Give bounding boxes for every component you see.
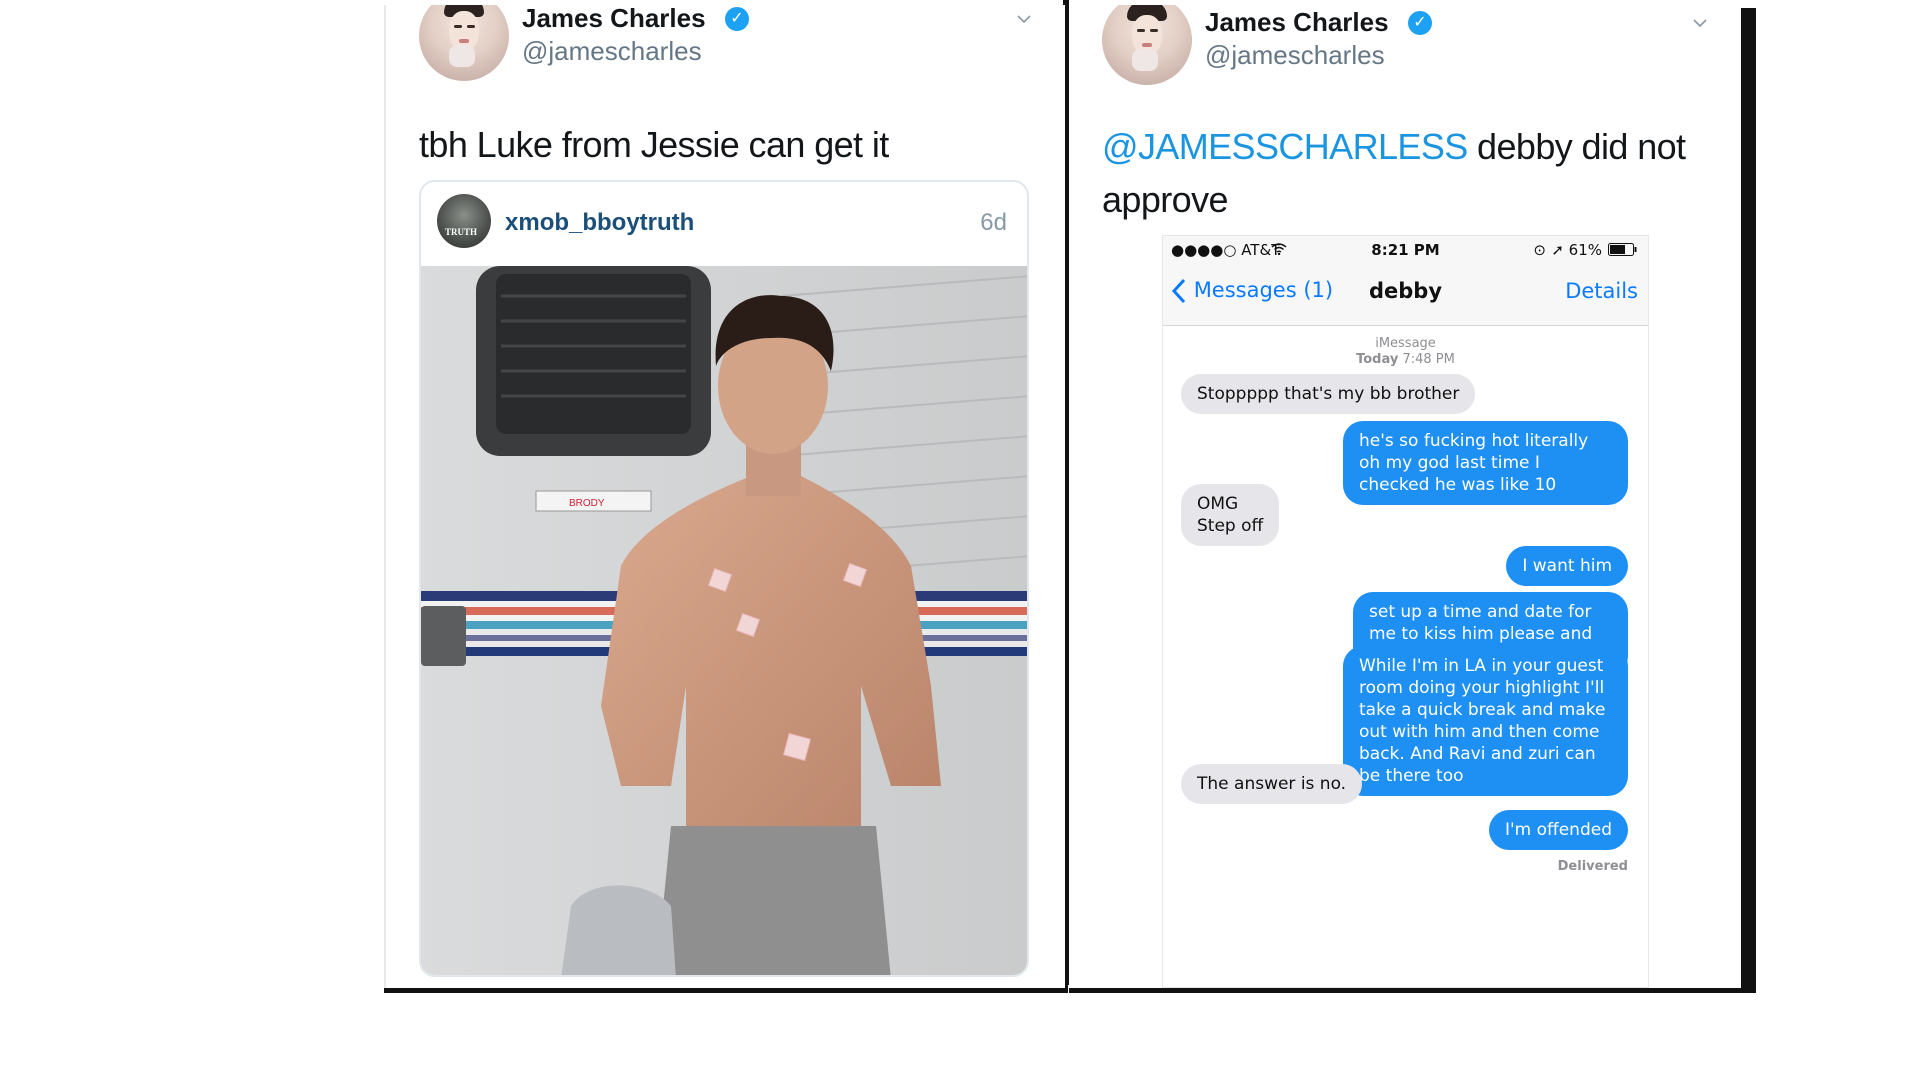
message-bubble-received[interactable]: Stoppppp that's my bb brother	[1181, 374, 1476, 414]
avatar[interactable]	[1102, 5, 1192, 85]
message-bubble-received[interactable]: OMG Step off	[1181, 484, 1280, 546]
verified-badge-icon: ✓	[1408, 11, 1432, 35]
message-bubble-sent[interactable]: I'm offended	[1488, 810, 1628, 850]
left-tweet-panel: James Charles ✓ @jamescharles tbh Luke f…	[384, 5, 1065, 988]
delivered-status: Delivered	[1557, 859, 1628, 874]
tweet-text-line2: approve	[1102, 179, 1229, 220]
quote-username[interactable]: xmob_bboytruth	[505, 209, 694, 237]
message-bubble-sent[interactable]: While I'm in LA in your guest room doing…	[1343, 646, 1628, 796]
mention-link[interactable]: @JAMESSCHARLESS	[1102, 126, 1468, 167]
verified-badge-icon: ✓	[725, 7, 749, 31]
conversation-nav-bar: Messages (1) debby Details	[1163, 264, 1648, 326]
service-label: iMessage	[1375, 336, 1436, 351]
right-tweet-panel: James Charles ✓ @jamescharles @JAMESSCHA…	[1069, 5, 1741, 988]
imessage-screenshot[interactable]: ●●●●○ AT&T 8:21 PM ⊙ ➚ 61% Messages (1) …	[1162, 235, 1649, 988]
quote-timestamp: 6d	[980, 209, 1007, 236]
status-bar: ●●●●○ AT&T 8:21 PM ⊙ ➚ 61%	[1163, 236, 1648, 264]
battery-icon	[1608, 243, 1637, 256]
location-icon: ➚	[1551, 241, 1564, 259]
tweet-header: James Charles ✓ @jamescharles	[419, 5, 1032, 81]
date-prefix: Today	[1356, 352, 1399, 367]
user-handle[interactable]: @jamescharles	[522, 36, 702, 67]
display-name[interactable]: James Charles	[522, 5, 706, 34]
battery-percent: 61%	[1568, 241, 1602, 259]
tweet-text: tbh Luke from Jessie can get it	[419, 124, 889, 165]
user-handle[interactable]: @jamescharles	[1205, 40, 1385, 71]
photo-name-label: BRODY	[569, 498, 605, 509]
conversation-date: Today 7:48 PM	[1163, 352, 1648, 367]
quoted-tweet[interactable]: TRUTH xmob_bboytruth 6d BRODY	[419, 180, 1029, 977]
stage: James Charles ✓ @jamescharles tbh Luke f…	[0, 0, 1920, 1080]
message-bubble-sent[interactable]: I want him	[1506, 546, 1628, 586]
quoted-photo[interactable]: BRODY	[421, 266, 1027, 975]
right-panel-side-edge	[1741, 8, 1756, 993]
tweet-text-line1: debby did not	[1467, 126, 1686, 167]
details-button[interactable]: Details	[1565, 279, 1638, 303]
photo-illustration: BRODY	[421, 266, 1027, 975]
quote-avatar[interactable]: TRUTH	[437, 194, 491, 248]
tweet-header: James Charles ✓ @jamescharles	[1102, 5, 1708, 85]
chevron-down-icon[interactable]	[1016, 11, 1032, 27]
tweet-text: @JAMESSCHARLESS debby did not approve	[1102, 120, 1722, 226]
display-name[interactable]: James Charles	[1205, 7, 1389, 38]
message-bubble-received[interactable]: The answer is no.	[1181, 764, 1363, 804]
avatar[interactable]	[419, 5, 509, 81]
date-time: 7:48 PM	[1402, 352, 1455, 367]
quote-avatar-label: TRUTH	[445, 227, 478, 237]
rotation-lock-icon: ⊙	[1533, 241, 1546, 259]
chevron-down-icon[interactable]	[1692, 15, 1708, 31]
message-bubble-sent[interactable]: he's so fucking hot literally oh my god …	[1343, 421, 1628, 505]
